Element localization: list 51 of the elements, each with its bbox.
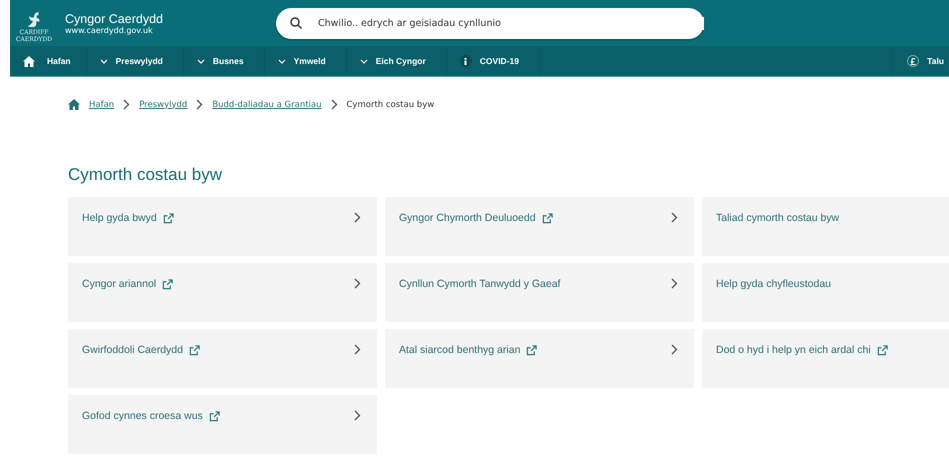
external-link-icon xyxy=(188,345,200,356)
chevron-down-icon xyxy=(100,58,108,64)
chevron-right-icon xyxy=(196,99,204,110)
site-url: www.caerdydd.gov.uk xyxy=(65,26,153,34)
link-card[interactable]: Gofod cynnes croesa wus xyxy=(68,395,377,454)
external-link-icon xyxy=(542,213,553,224)
link-card[interactable]: Taliad cymorth costau byw xyxy=(702,197,949,256)
nav-item[interactable]: Hafan xyxy=(10,46,87,76)
external-link-icon xyxy=(526,345,538,356)
info-icon xyxy=(460,55,472,67)
chevron-right-icon xyxy=(671,344,678,355)
external-link-icon xyxy=(162,213,174,224)
breadcrumb-link[interactable]: Preswylydd xyxy=(139,100,188,110)
link-card[interactable]: Gyngor Chymorth Deuluoedd xyxy=(385,197,694,256)
link-card[interactable]: Cynllun Cymorth Tanwydd y Gaeaf xyxy=(385,263,694,322)
nav-item[interactable]: Busnes xyxy=(184,46,265,76)
chevron-right-icon xyxy=(671,212,678,223)
breadcrumb-current: Cymorth costau byw xyxy=(346,100,434,110)
breadcrumb-link[interactable]: Hafan xyxy=(89,100,114,110)
link-card[interactable]: Help gyda bwyd xyxy=(68,197,377,256)
external-link-icon xyxy=(162,279,174,290)
link-card[interactable]: Dod o hyd i help yn eich ardal chi xyxy=(702,329,949,388)
link-card[interactable]: Atal siarcod benthyg arian xyxy=(385,329,694,388)
home-icon xyxy=(23,56,35,66)
chevron-down-icon xyxy=(360,58,368,64)
home-icon xyxy=(68,99,80,110)
nav-item[interactable]: Ymweld xyxy=(264,46,347,76)
chevron-right-icon xyxy=(354,278,361,289)
chevron-right-icon xyxy=(123,99,130,110)
nav-item[interactable]: COVID-19 xyxy=(446,46,540,76)
link-card[interactable]: Cyngor ariannol xyxy=(68,263,377,322)
chevron-right-icon xyxy=(354,212,361,223)
link-card[interactable]: Gwirfoddoli Caerdydd xyxy=(68,329,377,388)
search-field[interactable]: Chwilio.. edrych ar geisiadau cynllunio xyxy=(276,8,704,38)
breadcrumb-link[interactable]: Budd-daliadau a Grantiau xyxy=(212,100,322,110)
nav-item[interactable]: Eich Cyngor xyxy=(346,46,447,76)
search-icon xyxy=(290,17,302,29)
external-link-icon xyxy=(208,411,220,422)
site-title[interactable]: Cyngor Caerdydd xyxy=(65,12,265,26)
link-card[interactable]: Help gyda chyfleustodau xyxy=(702,263,949,322)
page-heading: Cymorth costau byw xyxy=(68,165,223,185)
chevron-right-icon xyxy=(671,278,678,289)
nav-item[interactable]: Talu xyxy=(892,46,949,76)
pound-icon xyxy=(907,55,920,67)
chevron-right-icon xyxy=(354,410,361,421)
chevron-right-icon xyxy=(330,99,338,110)
external-link-icon xyxy=(876,345,888,356)
chevron-right-icon xyxy=(354,344,361,355)
chevron-down-icon xyxy=(196,58,205,64)
chevron-down-icon xyxy=(278,58,286,64)
nav-item[interactable]: Preswylydd xyxy=(86,46,184,76)
